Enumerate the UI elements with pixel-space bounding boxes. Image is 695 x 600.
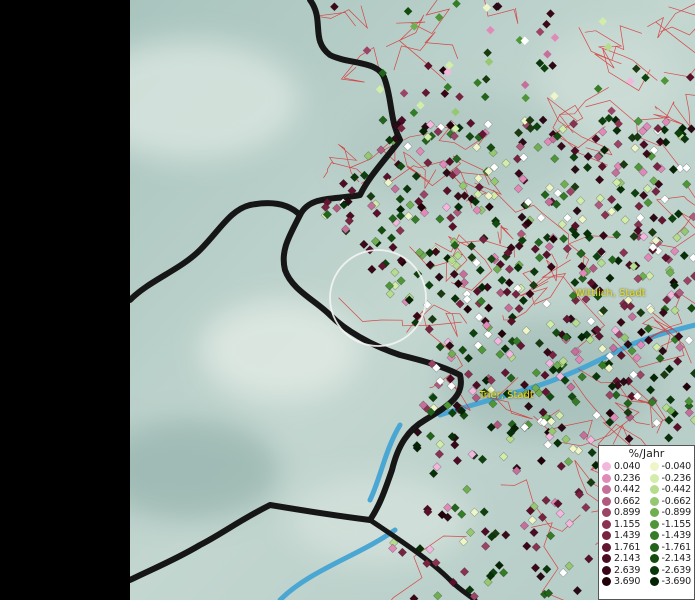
legend-title: %/Jahr xyxy=(628,447,665,460)
legend-row: -1.439 xyxy=(647,530,695,542)
legend-row: 1.155 xyxy=(599,519,647,531)
legend-label: -1.155 xyxy=(661,518,692,530)
legend-swatch xyxy=(649,519,659,529)
legend-row: -0.236 xyxy=(647,473,695,485)
legend-row: 0.442 xyxy=(599,484,647,496)
legend-row: 0.040 xyxy=(599,461,647,473)
legend-swatch xyxy=(649,577,659,587)
legend-row: 0.899 xyxy=(599,507,647,519)
legend-row: -0.040 xyxy=(647,461,695,473)
legend-row: -0.899 xyxy=(647,507,695,519)
legend-label: -1.439 xyxy=(661,530,692,541)
legend-row: -1.155 xyxy=(647,519,695,531)
legend-swatch xyxy=(602,577,611,587)
legend-swatch xyxy=(602,542,611,552)
legend-row: 0.662 xyxy=(599,496,647,508)
legend-row: -3.690 xyxy=(647,576,695,588)
legend-row: -0.442 xyxy=(647,484,695,496)
legend-label: -3.690 xyxy=(661,576,692,587)
left-black-margin xyxy=(0,0,130,600)
map-viewer: Wittlich, Stadt Trier, Stadt %/Jahr 0.04… xyxy=(0,0,695,600)
legend-label: -2.639 xyxy=(661,564,692,576)
legend-swatch xyxy=(602,508,611,518)
legend-swatch xyxy=(602,554,611,564)
legend-row: 3.690 xyxy=(599,576,647,588)
legend-swatch xyxy=(602,485,611,495)
legend-label: -0.442 xyxy=(661,484,692,495)
legend-row: -2.639 xyxy=(647,565,695,577)
legend-swatch xyxy=(602,531,611,541)
legend-swatch xyxy=(649,508,659,518)
legend-swatch xyxy=(602,565,611,575)
legend-swatch xyxy=(649,542,659,552)
legend-swatch xyxy=(649,485,659,495)
legend-swatch xyxy=(602,462,611,472)
legend-swatch xyxy=(649,565,659,575)
legend-swatch xyxy=(649,473,659,483)
legend-swatch xyxy=(602,496,611,506)
legend-row: 2.639 xyxy=(599,565,647,577)
legend-label: -0.040 xyxy=(661,461,692,472)
legend-row: 1.761 xyxy=(599,542,647,554)
legend-swatch xyxy=(649,554,659,564)
legend-negative-column: -0.040 -0.236 -0.442 -0.662 -0.899 -1.155 -1.4… xyxy=(647,461,695,588)
legend-row: 1.439 xyxy=(599,530,647,542)
legend-label: 2.143 xyxy=(614,553,641,564)
legend-label: 0.236 xyxy=(614,472,641,484)
legend-label: 0.899 xyxy=(614,507,641,518)
legend-label: 0.442 xyxy=(614,484,641,495)
legend-row: -1.761 xyxy=(647,542,695,554)
legend-label: -1.761 xyxy=(661,541,692,553)
legend-label: -2.143 xyxy=(661,553,692,564)
legend-row: 0.236 xyxy=(599,473,647,485)
legend-label: -0.662 xyxy=(661,495,692,507)
legend-label: -0.899 xyxy=(661,507,692,518)
legend-positive-column: 0.040 0.236 0.442 0.662 0.899 1.155 1.439 1.761… xyxy=(599,461,647,588)
place-label-wittlich: Wittlich, Stadt xyxy=(575,288,646,299)
legend-row: -2.143 xyxy=(647,553,695,565)
place-label-trier: Trier, Stadt xyxy=(479,390,534,401)
legend-label: 0.040 xyxy=(614,461,641,472)
legend-row: -0.662 xyxy=(647,496,695,508)
legend-swatch xyxy=(602,519,611,529)
legend-label: 1.155 xyxy=(614,518,641,530)
legend-label: 1.439 xyxy=(614,530,641,541)
legend-label: 3.690 xyxy=(614,576,641,587)
legend-label: 1.761 xyxy=(614,541,641,553)
legend-label: 0.662 xyxy=(614,495,641,507)
legend-swatch xyxy=(649,462,659,472)
legend-swatch xyxy=(602,473,611,483)
legend-label: 2.639 xyxy=(614,564,641,576)
legend-swatch xyxy=(649,496,659,506)
legend-row: 2.143 xyxy=(599,553,647,565)
legend: %/Jahr 0.040 0.236 0.442 0.662 0.899 1.155 1.4… xyxy=(598,445,695,600)
legend-label: -0.236 xyxy=(661,472,692,484)
legend-swatch xyxy=(649,531,659,541)
